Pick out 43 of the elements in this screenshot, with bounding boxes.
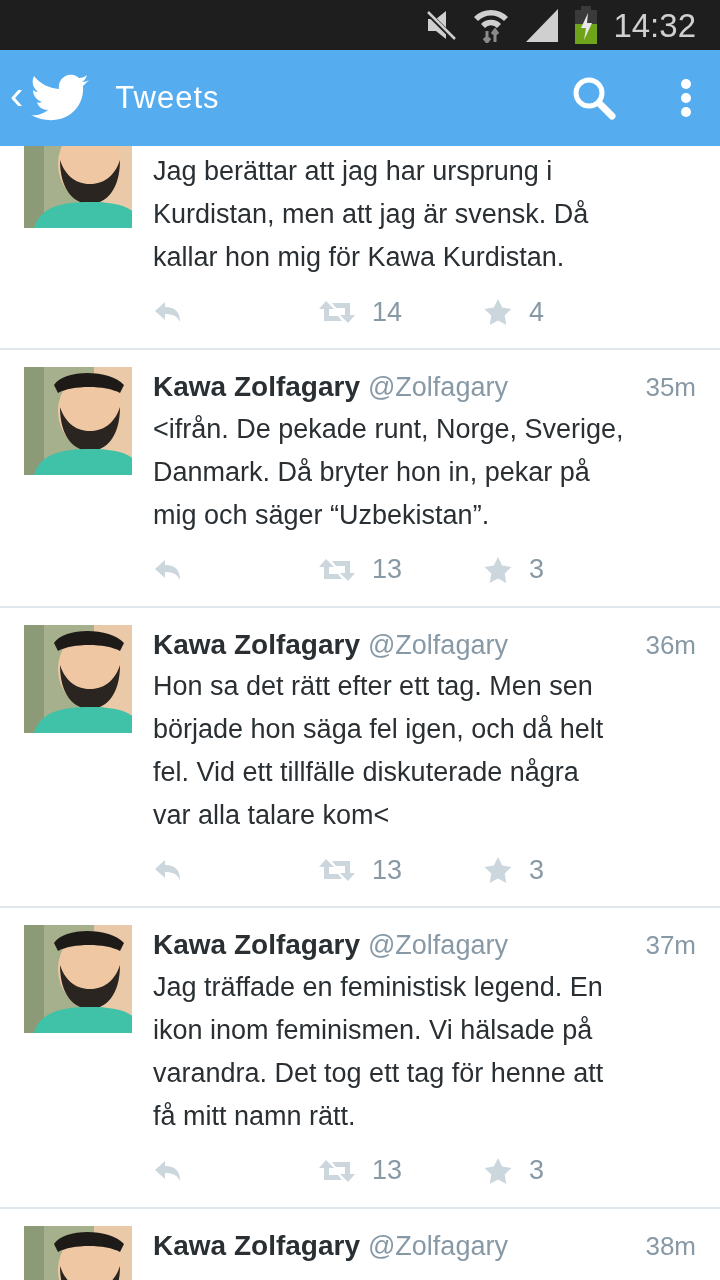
user-name[interactable]: Kawa Zolfagary [153,625,360,664]
favorite-count: 4 [529,295,545,329]
favorite-count: 3 [529,853,545,887]
star-icon[interactable] [483,1156,513,1185]
bird-icon [31,74,92,122]
star-icon[interactable] [483,298,513,326]
retweet-icon[interactable] [318,1157,356,1184]
tweet-text: Hon sa det rätt efter ett tag. Men sen började hon säga fel igen, och då helt fel. Vid ett tillfälle diskuterade några var alla talare kom< [153,670,605,832]
tweet-text: Jag träffade en feministisk legend. En ikon inom feminismen. Vi hälsade på varandra. Det tog ett tag för henne att få mitt namn rätt. [153,970,605,1133]
retweet-count: 13 [372,553,403,587]
user-name[interactable]: Kawa Zolfagary [153,926,360,964]
tweet-time: 35m [645,371,696,404]
mute-icon [425,8,458,42]
favorite-count: 3 [529,553,545,587]
user-handle: @Zolfagary [367,929,508,962]
tweet-text: Jag berättar att jag har ursprung i Kurdistan, men att jag är svensk. Då kallar hon mig för Kawa Kurdistan. [153,155,590,274]
favorite-count: 3 [529,1154,545,1188]
wifi-icon [473,7,510,43]
battery-icon [575,6,598,44]
star-icon[interactable] [483,555,513,584]
reply-icon[interactable] [153,1158,183,1183]
search-icon[interactable] [572,76,616,120]
tweet-time: 37m [645,929,696,962]
user-name[interactable]: Kawa Zolfagary [153,368,360,406]
more-options-icon[interactable] [680,78,692,118]
clock: 14:32 [613,8,696,42]
user-handle: @Zolfagary [367,1229,508,1263]
screen-title: Tweets [115,78,220,117]
retweet-icon[interactable] [318,299,356,325]
retweet-count: 13 [372,1154,403,1188]
signal-icon [525,8,560,42]
user-handle: @Zolfagary [367,628,508,662]
tweet-time: 38m [645,1229,696,1263]
retweet-count: 14 [372,295,403,329]
tweet-text: <ifrån. De pekade runt, Norge, Sverige, Danmark. Då bryter hon in, pekar på mig och säger “Uzbekistan”. [153,412,625,532]
star-icon[interactable] [483,856,513,884]
retweet-icon[interactable] [318,857,356,883]
user-name[interactable]: Kawa Zolfagary [153,1226,360,1265]
reply-icon[interactable] [153,557,183,582]
user-handle: @Zolfagary [367,371,508,404]
retweet-count: 13 [372,853,403,887]
retweet-icon[interactable] [318,556,356,583]
tweet-time: 36m [645,628,696,662]
